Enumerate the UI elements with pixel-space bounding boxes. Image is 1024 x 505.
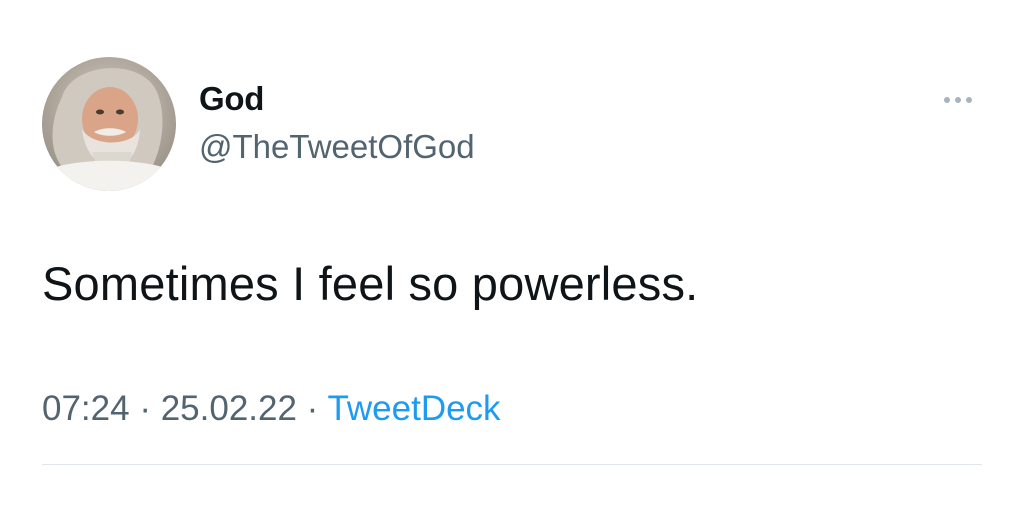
- more-options-button[interactable]: [934, 86, 982, 114]
- tweet-card: God @TheTweetOfGod Sometimes I feel so p…: [0, 0, 1024, 505]
- author-handle[interactable]: @TheTweetOfGod: [199, 128, 475, 166]
- tweet-time[interactable]: 07:24: [42, 389, 130, 428]
- avatar[interactable]: [42, 57, 176, 191]
- meta-separator: ·: [129, 389, 161, 428]
- meta-separator: ·: [296, 389, 328, 428]
- ellipsis-icon: [944, 97, 950, 103]
- tweet-source-link[interactable]: TweetDeck: [327, 389, 500, 428]
- tweet-date[interactable]: 25.02.22: [161, 389, 297, 428]
- ellipsis-icon: [966, 97, 972, 103]
- tweet-text: Sometimes I feel so powerless.: [42, 257, 699, 310]
- divider: [42, 464, 982, 465]
- tweet-meta: 07:24 · 25.02.22 · TweetDeck: [42, 389, 501, 429]
- ellipsis-icon: [955, 97, 961, 103]
- author-display-name[interactable]: God: [199, 80, 264, 118]
- bearded-man-avatar-icon: [42, 57, 176, 191]
